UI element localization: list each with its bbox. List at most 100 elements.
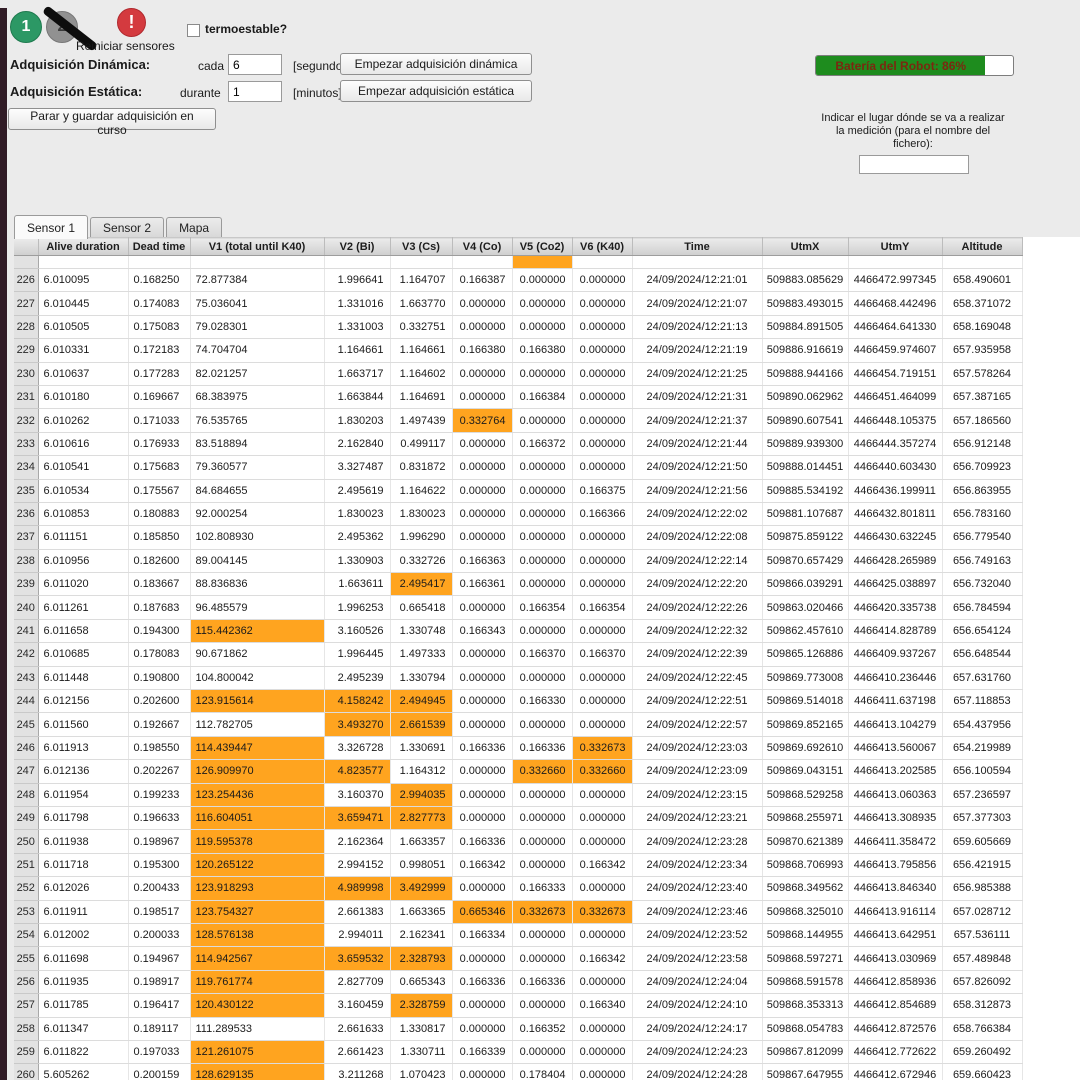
stop-save-acquisition-button[interactable]: Parar y guardar adquisición en curso [8, 108, 216, 130]
cell[interactable]: 3.492999 [390, 877, 452, 900]
cell[interactable]: 24/09/2024/12:23:46 [632, 900, 762, 923]
cell[interactable]: 509888.014451 [762, 456, 848, 479]
cell[interactable]: 79.028301 [190, 315, 324, 338]
cell[interactable]: 104.800042 [190, 666, 324, 689]
cell[interactable]: 3.160526 [324, 619, 390, 642]
cell[interactable]: 0.000000 [572, 713, 632, 736]
cell[interactable]: 24/09/2024/12:22:20 [632, 573, 762, 596]
cell[interactable]: 659.260492 [942, 1040, 1022, 1063]
cell[interactable]: 24/09/2024/12:23:28 [632, 830, 762, 853]
table-row[interactable]: 2576.0117850.196417120.4301223.1604592.3… [14, 994, 1022, 1017]
cell[interactable]: 2.495619 [324, 479, 390, 502]
cell[interactable]: 656.421915 [942, 853, 1022, 876]
table-row[interactable]: 2496.0117980.196633116.6040513.6594712.8… [14, 806, 1022, 829]
cell[interactable]: 0.665343 [390, 970, 452, 993]
cell[interactable]: 509868.353313 [762, 994, 848, 1017]
column-header[interactable]: Alive duration [38, 238, 128, 256]
cell[interactable]: 658.443071 [942, 256, 1022, 269]
cell[interactable]: 0.166336 [452, 830, 512, 853]
cell[interactable]: 4466412.772622 [848, 1040, 942, 1063]
cell[interactable]: 0.000000 [452, 1064, 512, 1080]
cell[interactable]: 24/09/2024/12:21:31 [632, 385, 762, 408]
cell[interactable]: 0.166380 [512, 339, 572, 362]
cell[interactable]: 0.332761 [512, 256, 572, 269]
table-row[interactable]: 2326.0102620.17103376.5357651.8302031.49… [14, 409, 1022, 432]
cell[interactable]: 509875.859122 [762, 526, 848, 549]
cell[interactable]: 0.000000 [572, 315, 632, 338]
column-header[interactable]: Dead time [128, 238, 190, 256]
cell[interactable]: 0.168250 [128, 269, 190, 292]
cell[interactable]: 657.377303 [942, 806, 1022, 829]
cell[interactable]: 509886.916619 [762, 339, 848, 362]
row-number[interactable]: 234 [14, 456, 38, 479]
cell[interactable]: 1.164602 [390, 362, 452, 385]
cell[interactable]: 0.166342 [572, 947, 632, 970]
cell[interactable]: 656.863955 [942, 479, 1022, 502]
cell[interactable]: 509868.706993 [762, 853, 848, 876]
dynamic-seconds-input[interactable] [228, 54, 282, 75]
row-number[interactable]: 244 [14, 690, 38, 713]
cell[interactable]: 75.036041 [190, 292, 324, 315]
cell[interactable]: 0.000000 [572, 783, 632, 806]
cell[interactable]: 0.172183 [128, 339, 190, 362]
table-row[interactable]: 2516.0117180.195300120.2651222.9941520.9… [14, 853, 1022, 876]
cell[interactable]: 4466410.236446 [848, 666, 942, 689]
cell[interactable]: 0.196633 [128, 806, 190, 829]
table-row[interactable]: 2556.0116980.194967114.9425673.6595322.3… [14, 947, 1022, 970]
table-row[interactable]: 2466.0119130.198550114.4394473.3267281.3… [14, 736, 1022, 759]
cell[interactable]: 3.160459 [324, 994, 390, 1017]
cell[interactable]: 2.495417 [390, 573, 452, 596]
cell[interactable]: 6.010331 [38, 339, 128, 362]
cell[interactable]: 24/09/2024/12:24:10 [632, 994, 762, 1017]
cell[interactable]: 2.827773 [390, 806, 452, 829]
cell[interactable]: 120.265122 [190, 853, 324, 876]
cell[interactable]: 0.000000 [512, 994, 572, 1017]
cell[interactable]: 0.000000 [452, 479, 512, 502]
cell[interactable]: 0.000000 [512, 549, 572, 572]
cell[interactable]: 657.631760 [942, 666, 1022, 689]
cell[interactable]: 6.012026 [38, 877, 128, 900]
cell[interactable]: 0.000000 [512, 573, 572, 596]
cell[interactable]: 1.330691 [390, 736, 452, 759]
cell[interactable]: 0.166387 [452, 269, 512, 292]
cell[interactable]: 6.010534 [38, 479, 128, 502]
cell[interactable]: 2.994011 [324, 923, 390, 946]
cell[interactable]: 1.497439 [390, 409, 452, 432]
row-number[interactable]: 235 [14, 479, 38, 502]
cell[interactable]: 123.915614 [190, 690, 324, 713]
cell[interactable]: 1.663357 [390, 830, 452, 853]
cell[interactable]: 114.439447 [190, 736, 324, 759]
cell[interactable]: 656.709923 [942, 456, 1022, 479]
cell[interactable]: 1.996290 [390, 526, 452, 549]
cell[interactable]: 659.660423 [942, 1064, 1022, 1080]
cell[interactable]: 4466414.828789 [848, 619, 942, 642]
column-header[interactable]: V4 (Co) [452, 238, 512, 256]
cell[interactable]: 0.166363 [452, 549, 512, 572]
cell[interactable]: 6.010637 [38, 362, 128, 385]
column-header[interactable] [14, 238, 38, 256]
cell[interactable]: 2.162364 [324, 830, 390, 853]
cell[interactable]: 2.162341 [390, 923, 452, 946]
cell[interactable]: 24/09/2024/12:23:09 [632, 760, 762, 783]
cell[interactable]: 509881.107687 [762, 502, 848, 525]
cell[interactable]: 112.782705 [190, 713, 324, 736]
cell[interactable]: 0.166336 [512, 736, 572, 759]
cell[interactable]: 0.000000 [572, 269, 632, 292]
cell[interactable]: 0.166339 [452, 1040, 512, 1063]
cell[interactable]: 656.783160 [942, 502, 1022, 525]
cell[interactable]: 120.430122 [190, 994, 324, 1017]
cell[interactable]: 6.010616 [38, 432, 128, 455]
cell[interactable]: 0.166354 [572, 596, 632, 619]
cell[interactable]: 0.000000 [512, 502, 572, 525]
table-row[interactable]: 2546.0120020.200033128.5761382.9940112.1… [14, 923, 1022, 946]
cell[interactable]: 0.000000 [452, 596, 512, 619]
cell[interactable]: 6.010445 [38, 292, 128, 315]
cell[interactable]: 0.192667 [128, 713, 190, 736]
cell[interactable]: 1.331016 [324, 292, 390, 315]
cell[interactable]: 4466468.442496 [848, 292, 942, 315]
cell[interactable]: 1.663770 [390, 292, 452, 315]
row-number[interactable]: 256 [14, 970, 38, 993]
cell[interactable]: 0.198517 [128, 900, 190, 923]
cell[interactable]: 123.918293 [190, 877, 324, 900]
column-header[interactable]: Altitude [942, 238, 1022, 256]
